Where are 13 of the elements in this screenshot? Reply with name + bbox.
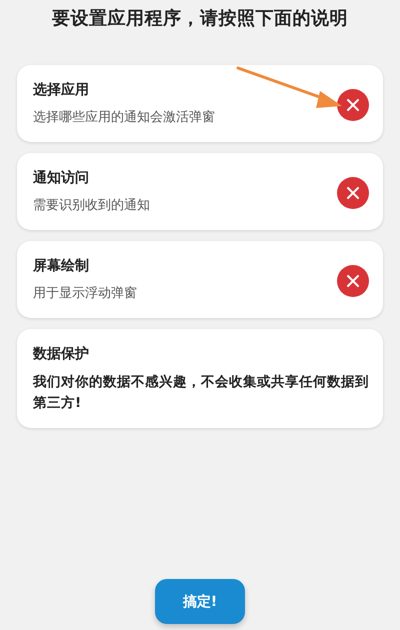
- card-title: 屏幕绘制: [33, 257, 90, 276]
- card-description: 选择哪些应用的通知会激活弹窗: [33, 109, 216, 127]
- card-description: 我们对你的数据不感兴趣，不会收集或共享任何数据到第三方!: [33, 373, 369, 414]
- done-button[interactable]: 搞定!: [155, 579, 245, 624]
- card-title: 数据保护: [33, 345, 90, 364]
- page-title: 要设置应用程序，请按照下面的说明: [52, 7, 348, 30]
- card-title: 选择应用: [33, 81, 90, 99]
- close-icon[interactable]: [337, 176, 369, 209]
- close-icon[interactable]: [337, 88, 369, 121]
- card-description: 需要识别收到的通知: [33, 197, 151, 216]
- card-description: 用于显示浮动弹窗: [33, 285, 138, 304]
- close-icon[interactable]: [337, 264, 369, 297]
- card-title: 通知访问: [33, 169, 90, 188]
